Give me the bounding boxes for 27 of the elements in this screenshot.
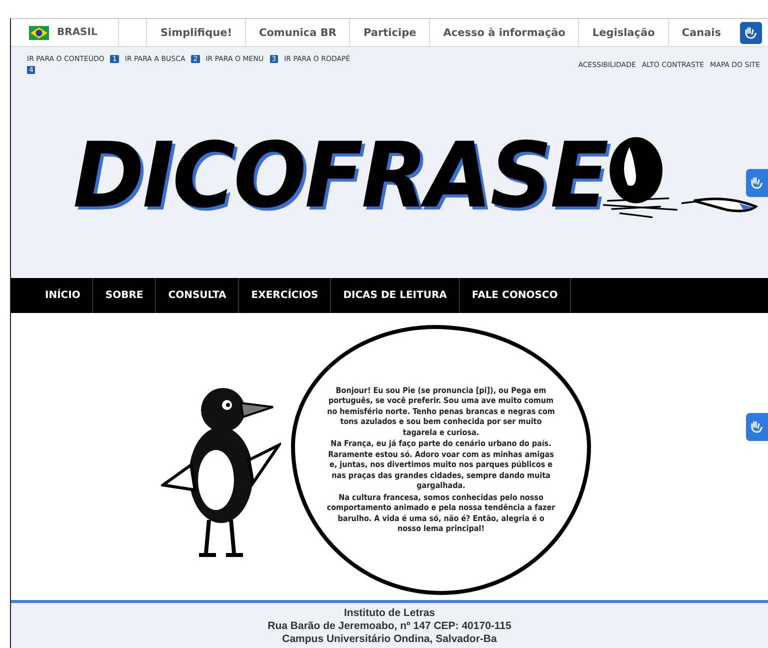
footer-text: Rua Barão de Jeremoabo, nº 147 CEP: 40170-115	[268, 620, 512, 633]
gov-link[interactable]: Canais	[668, 19, 734, 46]
footer-text: Instituto de Letras	[344, 607, 435, 620]
gov-link[interactable]: Comunica BR	[245, 19, 350, 46]
speech-text: Na França, eu já faço parte do cenário urbano do país. Raramente estou só. Adoro voar com as minhas amigas e, juntas, nos divertimos muito nos parques públicos e nas praças das grandes cidades, sempre dando muita gargalhada.	[327, 439, 555, 492]
sign-language-button[interactable]	[746, 169, 768, 197]
sign-language-button[interactable]	[740, 22, 762, 44]
nav-link[interactable]: SOBRE	[93, 278, 156, 313]
gov-link[interactable]: Legislação	[578, 19, 668, 46]
hand-icon	[750, 176, 764, 190]
gov-link[interactable]: Simplifique!	[146, 19, 245, 46]
flag-icon	[29, 26, 49, 40]
gov-link[interactable]: Participe	[349, 19, 430, 46]
hand-icon	[750, 420, 764, 434]
nav-link[interactable]: INÍCIO	[33, 278, 94, 313]
country-label: BRASIL	[57, 27, 98, 38]
logo-text: DICOFRASE	[73, 124, 607, 228]
hand-icon	[744, 26, 758, 40]
footer-text: Campus Universitário Ondina, Salvador-Ba	[282, 633, 497, 646]
gov-link[interactable]: Acesso à informação	[429, 19, 578, 46]
nav-link[interactable]: CONSULTA	[156, 278, 240, 313]
nav-link[interactable]: DICAS DE LEITURA	[331, 278, 460, 313]
nav-link[interactable]: FALE CONOSCO	[460, 278, 571, 313]
speech-text: Na cultura francesa, somos conhecidas pelo nosso comportamento animado e pela nossa tendência a fazer barulho. A vida é uma só, não é? Então, alegria é o nosso lema principal!	[326, 492, 556, 534]
speech-text: Bonjour! Eu sou Pie (se pronuncia [pi]), ou Pega em português, se você preferir. Sou uma ave muito comum no hemisfério norte. Tenho penas brancas e negras com tons azulados e sou bem conhecida por ser muito tagarela e curiosa.	[326, 386, 556, 438]
nav-link[interactable]: EXERCÍCIOS	[239, 278, 332, 313]
sign-language-button[interactable]	[746, 413, 768, 441]
